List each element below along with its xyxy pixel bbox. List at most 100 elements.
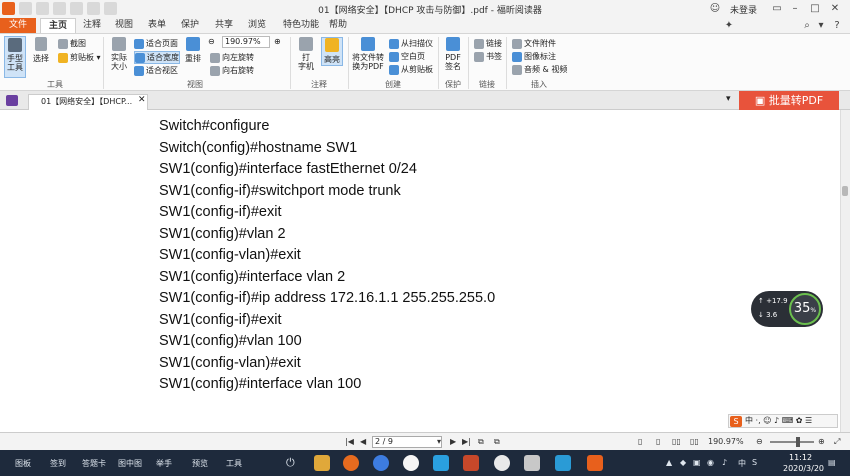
zoom-slider-handle[interactable] <box>796 437 800 447</box>
highlight-button[interactable]: 高亮 <box>321 37 343 66</box>
undo-icon[interactable] <box>70 2 83 15</box>
tab-view[interactable]: 视图 <box>112 18 136 33</box>
search-app-icon[interactable] <box>403 455 419 471</box>
pdf-sign-button[interactable]: PDF 签名 <box>443 37 463 71</box>
page-number-input[interactable]: 2 / 9 <box>372 436 442 448</box>
document-tab[interactable]: 01【网络安全】【DHCP... <box>28 94 148 110</box>
audio-video-button[interactable]: 音频 & 视频 <box>512 64 567 75</box>
clock-date[interactable]: 2020/3/20 <box>783 464 824 473</box>
taskbar-item-tools[interactable]: 工具 <box>226 458 242 469</box>
volume-icon[interactable]: ♪ <box>722 458 727 467</box>
zoom-in-status-button[interactable]: ⊕ <box>818 437 825 446</box>
from-scanner-button[interactable]: 从扫描仪 <box>389 38 433 49</box>
tab-protect[interactable]: 保护 <box>178 18 202 33</box>
tray-monitor-icon[interactable]: ▣ <box>693 458 701 467</box>
taskbar-item-check-in[interactable]: 签到 <box>50 458 66 469</box>
taskbar-item-answer-card[interactable]: 答题卡 <box>82 458 106 469</box>
link-button[interactable]: 链接 <box>474 38 502 49</box>
scrollbar-thumb[interactable] <box>842 186 848 196</box>
blank-page-button[interactable]: 空白页 <box>389 51 425 62</box>
open-icon[interactable] <box>19 2 32 15</box>
maximize-button[interactable]: □ <box>808 2 822 15</box>
close-button[interactable]: ✕ <box>828 2 842 15</box>
actual-size-button[interactable]: 实际 大小 <box>108 37 130 71</box>
settings-app-icon[interactable] <box>524 455 540 471</box>
search-options-icon[interactable]: ▾ <box>814 19 828 32</box>
zoom-out-status-button[interactable]: ⊖ <box>756 437 763 446</box>
firefox-icon[interactable] <box>343 455 359 471</box>
language-indicator[interactable]: 中 <box>738 458 746 469</box>
facing-page-icon[interactable]: ▯▯ <box>672 437 681 446</box>
single-page-icon[interactable]: ▯ <box>638 437 642 446</box>
rotate-left-button[interactable]: 向左旋转 <box>210 52 254 63</box>
help-icon[interactable]: ? <box>830 19 844 32</box>
reflow-button[interactable]: 重排 <box>183 37 203 64</box>
taskbar-item-drawing-board[interactable]: 图板 <box>15 458 31 469</box>
save-icon[interactable] <box>36 2 49 15</box>
zoom-in-button[interactable]: ⊕ <box>274 37 281 46</box>
taskbar-item-picture-in-picture[interactable]: 图中图 <box>118 458 142 469</box>
tab-comment[interactable]: 注释 <box>80 18 104 33</box>
zoom-input[interactable]: 190.97% <box>222 36 270 48</box>
bookmark-button[interactable]: 书签 <box>474 51 502 62</box>
hand-icon[interactable] <box>104 2 117 15</box>
document-view[interactable]: Switch#configure Switch(config)#hostname… <box>0 110 840 432</box>
power-icon[interactable]: ⏻ <box>286 456 295 470</box>
tray-app-icon[interactable]: ◆ <box>680 458 686 467</box>
first-page-button[interactable]: |◀ <box>345 437 354 446</box>
continuous-page-icon[interactable]: ▯ <box>656 437 660 446</box>
page-dropdown-icon[interactable]: ▾ <box>437 437 441 446</box>
page-view-icon[interactable]: ⧉ <box>494 437 500 447</box>
screenshot-button[interactable]: 截图 <box>58 38 86 49</box>
file-explorer-icon[interactable] <box>314 455 330 471</box>
tab-form[interactable]: 表单 <box>145 18 169 33</box>
network-speed-widget[interactable]: ↑ +17.9 ↓ 3.6 35% <box>751 291 823 327</box>
close-tab-icon[interactable]: ✕ <box>138 95 146 105</box>
taskbar-item-preview[interactable]: 预览 <box>192 458 208 469</box>
convert-to-pdf-button[interactable]: 将文件转 换为PDF <box>352 37 384 71</box>
image-annotation-button[interactable]: 图像标注 <box>512 51 556 62</box>
tray-network-icon[interactable]: ◉ <box>707 458 714 467</box>
tab-home[interactable]: 主页 <box>40 18 76 33</box>
last-page-button[interactable]: ▶| <box>462 437 471 446</box>
vertical-scrollbar[interactable] <box>840 110 850 432</box>
fit-visible-button[interactable]: 适合视区 <box>134 65 178 76</box>
login-link[interactable]: 未登录 <box>730 3 757 16</box>
copy-icon[interactable]: ⧉ <box>478 437 484 447</box>
chrome-icon[interactable] <box>373 455 389 471</box>
fit-page-button[interactable]: 适合页面 <box>134 38 178 49</box>
search-icon[interactable]: ⌕ <box>800 19 814 32</box>
batch-to-pdf-button[interactable]: ▣ 批量转PDF <box>739 91 839 110</box>
ime-toolbar[interactable]: S中 ·, ☺ ♪ ⌨ ✿ ☰ <box>728 414 838 428</box>
tab-features[interactable]: 特色功能 <box>278 18 324 33</box>
file-attachment-button[interactable]: 文件附件 <box>512 38 556 49</box>
tray-arrow-icon[interactable]: ▲ <box>666 458 672 467</box>
tab-help[interactable]: 帮助 <box>326 18 350 33</box>
sogou-tray-icon[interactable]: S <box>752 458 757 467</box>
redo-icon[interactable] <box>87 2 100 15</box>
menu-icon[interactable]: ▭ <box>770 2 784 15</box>
tab-file[interactable]: 文件 <box>0 18 36 33</box>
hand-tool-button[interactable]: 手型 工具 <box>4 36 26 78</box>
clock-time[interactable]: 11:12 <box>789 453 812 462</box>
fit-width-button[interactable]: 适合宽度 <box>134 51 180 64</box>
fullscreen-icon[interactable]: ⤢ <box>834 437 840 447</box>
feiyu-icon[interactable] <box>433 455 449 471</box>
user-icon[interactable]: ☺ <box>708 2 722 15</box>
app-menu-icon[interactable] <box>6 95 18 106</box>
media-app-icon[interactable] <box>494 455 510 471</box>
tab-share[interactable]: 共享 <box>212 18 236 33</box>
select-button[interactable]: 选择 <box>31 37 51 64</box>
rotate-right-button[interactable]: 向右旋转 <box>210 65 254 76</box>
remote-app-icon[interactable] <box>555 455 571 471</box>
print-icon[interactable] <box>53 2 66 15</box>
clipboard-button[interactable]: 剪贴板 ▾ <box>58 52 101 63</box>
powerpoint-icon[interactable] <box>463 455 479 471</box>
foxit-reader-icon[interactable] <box>587 455 603 471</box>
tab-dropdown-icon[interactable]: ▾ <box>726 94 731 104</box>
taskbar-item-raise-hand[interactable]: 举手 <box>156 458 172 469</box>
next-page-button[interactable]: ▶ <box>450 437 456 446</box>
notification-icon[interactable]: ▤ <box>828 458 836 467</box>
minimize-button[interactable]: – <box>788 2 802 15</box>
prev-page-button[interactable]: ◀ <box>360 437 366 446</box>
